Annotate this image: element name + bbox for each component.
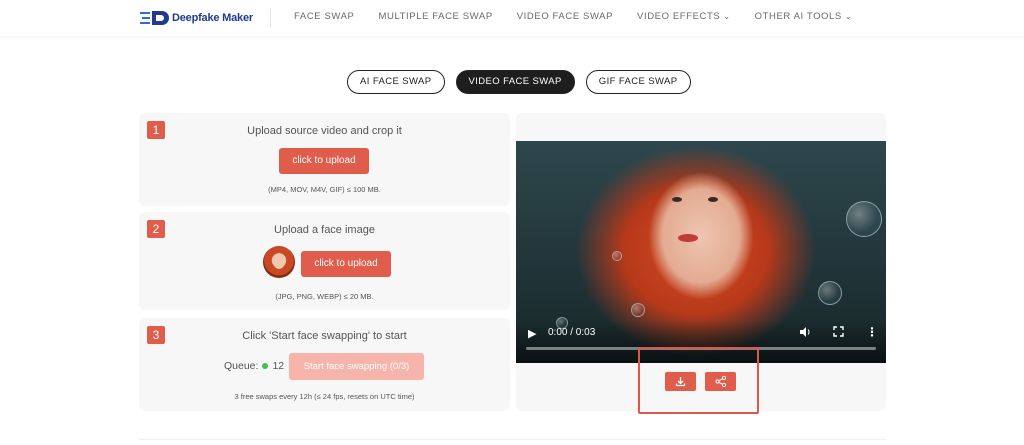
nav-other-ai-tools[interactable]: OTHER AI TOOLS ⌄ xyxy=(755,11,853,22)
bubble-decoration xyxy=(612,251,622,261)
logo-icon xyxy=(140,9,170,27)
brand-logo[interactable]: Deepfake Maker xyxy=(140,8,253,28)
brand-name: Deepfake Maker xyxy=(172,12,253,24)
volume-icon[interactable] xyxy=(799,326,811,341)
eye-shape xyxy=(672,197,682,202)
section-divider xyxy=(139,439,886,440)
upload-video-button[interactable]: click to upload xyxy=(279,148,369,174)
face-image-avatar xyxy=(263,246,295,278)
nav-video-face-swap[interactable]: VIDEO FACE SWAP xyxy=(517,11,613,22)
bubble-decoration xyxy=(631,303,645,317)
eye-shape xyxy=(708,197,718,202)
queue-count: 12 xyxy=(272,360,285,372)
nav-face-swap[interactable]: FACE SWAP xyxy=(294,11,354,22)
video-time: 0:00 / 0:03 xyxy=(548,327,596,338)
share-button[interactable] xyxy=(705,372,736,391)
main-nav: FACE SWAP MULTIPLE FACE SWAP VIDEO FACE … xyxy=(294,11,876,22)
file-format-hint: (JPG, PNG, WEBP) ≤ 20 MB. xyxy=(275,292,374,301)
step-title: Click 'Start face swapping' to start xyxy=(242,330,407,342)
mode-tabs: AI FACE SWAP VIDEO FACE SWAP GIF FACE SW… xyxy=(347,70,702,94)
header-divider xyxy=(270,9,271,27)
upload-face-button[interactable]: click to upload xyxy=(301,251,391,277)
chevron-down-icon: ⌄ xyxy=(844,12,853,21)
play-icon[interactable]: ▶ xyxy=(528,327,536,340)
free-swaps-hint: 3 free swaps every 12h (≤ 24 fps, resets… xyxy=(234,392,415,401)
start-face-swapping-button[interactable]: Start face swapping (0/3) xyxy=(289,353,424,380)
lips-shape xyxy=(678,234,698,242)
file-format-hint: (MP4, MOV, M4V, GIF) ≤ 100 MB. xyxy=(268,185,381,194)
chevron-down-icon: ⌄ xyxy=(723,12,731,21)
share-icon xyxy=(715,375,727,388)
bubble-decoration xyxy=(846,201,882,237)
queue-status: Queue: 12 xyxy=(224,360,284,372)
bubble-decoration xyxy=(818,281,842,305)
top-header: Deepfake Maker FACE SWAP MULTIPLE FACE S… xyxy=(0,0,1024,36)
nav-multiple-face-swap[interactable]: MULTIPLE FACE SWAP xyxy=(378,11,492,22)
highlight-box xyxy=(638,347,759,414)
nav-video-effects[interactable]: VIDEO EFFECTS ⌄ xyxy=(637,11,731,22)
step-title: Upload a face image xyxy=(274,224,375,236)
tab-video-face-swap[interactable]: VIDEO FACE SWAP xyxy=(455,70,575,94)
tab-gif-face-swap[interactable]: GIF FACE SWAP xyxy=(585,70,691,94)
download-button[interactable] xyxy=(665,372,696,391)
step-title: Upload source video and crop it xyxy=(247,125,402,137)
queue-label: Queue: xyxy=(224,360,259,372)
fullscreen-icon[interactable] xyxy=(833,326,844,340)
more-options-icon[interactable]: ⋮ xyxy=(866,325,878,339)
status-dot-icon xyxy=(262,363,269,369)
download-icon xyxy=(675,377,686,387)
tab-ai-face-swap[interactable]: AI FACE SWAP xyxy=(347,70,445,94)
